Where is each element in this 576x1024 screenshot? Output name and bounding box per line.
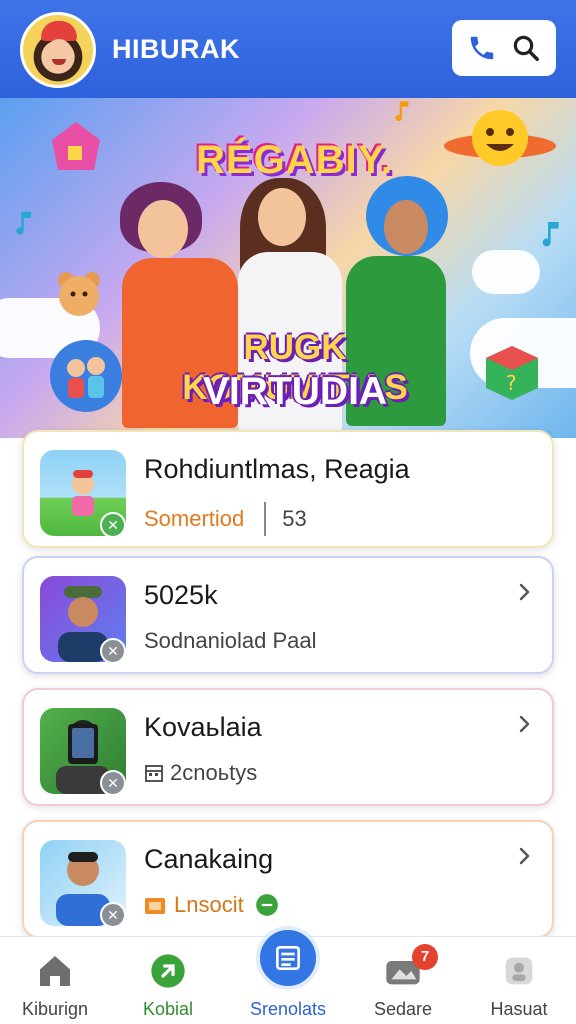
header-action-group: [452, 20, 556, 76]
chat-icon: [151, 954, 185, 988]
cloud-decoration: [472, 250, 540, 294]
nav-item-profile[interactable]: Hasuat: [464, 937, 574, 1024]
person-face: [384, 200, 428, 254]
nav-label: Sedare: [373, 999, 433, 1019]
card-description: Sodnaniolad Paal: [144, 628, 317, 653]
svg-text:?: ?: [506, 371, 517, 395]
teddy-bear-icon: [58, 272, 100, 316]
call-button[interactable]: [464, 30, 500, 66]
app-title: HIBURAK: [112, 34, 240, 64]
toy-figures-icon: [50, 340, 122, 412]
nav-item-chat[interactable]: Kobial: [113, 937, 223, 1024]
list-item[interactable]: ✕ Canakaing Lnsocit: [22, 820, 554, 938]
planet-emoji-icon: [444, 110, 556, 166]
gift-box-icon: ?: [486, 346, 538, 400]
remove-badge[interactable]: ✕: [100, 638, 126, 664]
card-subtitle: Lnsocit: [144, 892, 280, 918]
chevron-right-icon[interactable]: [512, 580, 536, 604]
nav-item-home[interactable]: Kiburign: [0, 937, 110, 1024]
search-icon: [513, 35, 539, 61]
person-face: [258, 188, 306, 246]
promo-banner[interactable]: ? RÉGABIY. RUGK KOMUMITIAS VIRTUDIA: [0, 98, 576, 438]
music-note-icon: [16, 211, 32, 235]
card-count: 53: [282, 506, 307, 531]
status-check-badge: ✕: [100, 512, 126, 538]
music-note-icon: [542, 222, 559, 247]
chat-bubble-icon: [255, 894, 278, 916]
folder-icon: [145, 898, 165, 914]
home-icon: [40, 956, 70, 986]
card-subtitle: 2cnoьtys: [144, 760, 257, 786]
nav-label: Hasuat: [490, 999, 548, 1019]
calendar-icon: [145, 765, 163, 782]
nav-label: Srenolats: [249, 999, 327, 1019]
card-description: 2cnoьtys: [170, 760, 258, 785]
divider: [264, 502, 267, 536]
remove-badge[interactable]: ✕: [100, 770, 126, 796]
remove-badge[interactable]: ✕: [100, 902, 126, 928]
card-description: Lnsocit: [174, 892, 244, 917]
house-icon: [52, 122, 100, 170]
chevron-right-icon[interactable]: [512, 844, 536, 868]
app-header: HIBURAK: [0, 0, 576, 98]
card-subtitle: Somertiod 53: [144, 502, 307, 536]
person-face: [138, 200, 188, 258]
nav-label: Kiburign: [21, 999, 89, 1019]
nav-item-share[interactable]: Sedare: [348, 937, 458, 1024]
card-title: 5025k: [144, 580, 218, 610]
list-item[interactable]: ✕ Kovaьlaia 2cnoьtys: [22, 688, 554, 806]
notification-badge: 7: [412, 944, 438, 970]
list-item[interactable]: ✕ Rohdiuntlmas, Reagia Somertiod 53: [22, 430, 554, 548]
nav-center-button[interactable]: [256, 926, 320, 990]
card-category: Somertiod: [144, 506, 245, 531]
avatar-hat: [41, 21, 77, 41]
chevron-right-icon[interactable]: [512, 712, 536, 736]
list-icon: [276, 946, 300, 970]
phone-icon: [470, 36, 494, 60]
card-title: Rohdiuntlmas, Reagia: [144, 454, 410, 484]
banner-subtitle-line2: VIRTUDIA: [202, 370, 388, 413]
list-item[interactable]: ✕ 5025k Sodnaniolad Paal: [22, 556, 554, 674]
card-title: Canakaing: [144, 844, 274, 874]
avatar-face: [45, 39, 73, 71]
card-subtitle: Sodnaniolad Paal: [144, 628, 316, 654]
nav-label: Kobial: [142, 999, 194, 1019]
profile-icon: [505, 957, 533, 985]
profile-avatar[interactable]: [20, 12, 96, 88]
search-button[interactable]: [508, 30, 544, 66]
card-title: Kovaьlaia: [144, 712, 262, 742]
music-note-icon: [395, 101, 409, 122]
